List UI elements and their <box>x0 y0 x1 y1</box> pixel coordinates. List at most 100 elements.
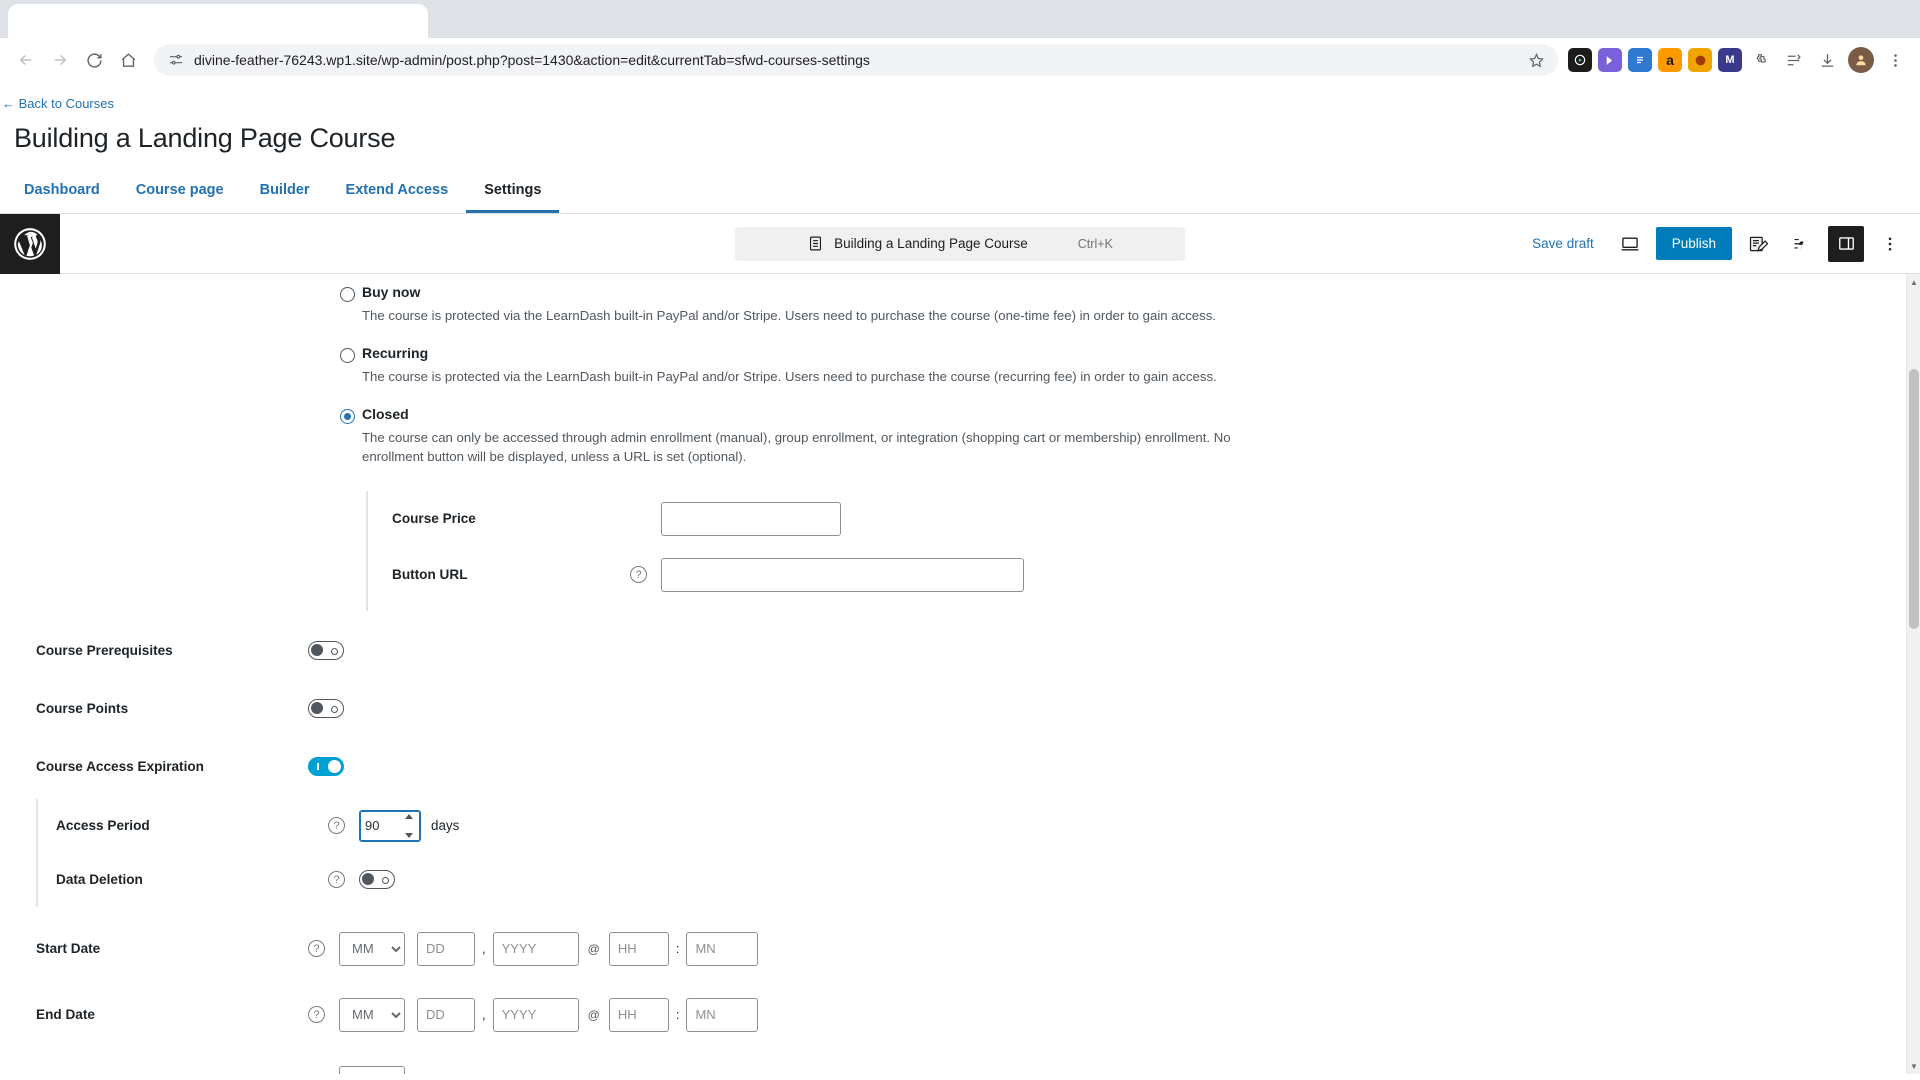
profile-avatar-icon[interactable] <box>1846 45 1876 75</box>
split-view-icon[interactable] <box>1778 45 1808 75</box>
course-price-row: Course Price <box>392 491 1920 547</box>
help-icon[interactable]: ? <box>328 817 345 835</box>
course-points-label: Course Points <box>36 701 129 717</box>
settings-sidebar-icon[interactable] <box>1828 225 1864 262</box>
data-deletion-toggle[interactable] <box>359 870 395 890</box>
help-icon[interactable]: ? <box>630 566 647 584</box>
end-date-minute-input[interactable] <box>686 997 759 1032</box>
page-title: Building a Landing Page Course <box>14 123 396 153</box>
scrollbar-thumb[interactable] <box>1909 369 1919 629</box>
kebab-menu-icon[interactable] <box>1880 45 1910 75</box>
desktop-preview-icon[interactable] <box>1612 226 1648 262</box>
puzzle-extension-icon[interactable] <box>1748 48 1772 72</box>
download-icon[interactable] <box>1812 45 1842 75</box>
browser-tab[interactable] <box>8 4 428 38</box>
data-deletion-row: Data Deletion ? <box>56 853 1920 907</box>
radio-buy-now[interactable] <box>340 287 355 302</box>
data-deletion-label: Data Deletion <box>56 872 143 888</box>
wordpress-logo-icon[interactable] <box>0 213 60 274</box>
toolbar-right-group <box>1778 45 1910 75</box>
end-date-hour-input[interactable] <box>608 997 669 1032</box>
course-points-row: Course Points <box>0 685 1920 733</box>
forward-arrow-icon[interactable] <box>44 44 76 76</box>
course-access-settings: Buy now The course is protected via the … <box>0 274 1920 1074</box>
address-bar-url: divine-feather-76243.wp1.site/wp-admin/p… <box>194 52 870 68</box>
radio-recurring[interactable] <box>340 348 355 364</box>
tab-settings[interactable]: Settings <box>466 172 560 213</box>
access-period-unit: days <box>431 818 460 834</box>
access-mode-option-buy-now[interactable]: Buy now The course is protected via the … <box>0 284 1920 325</box>
forms-extension-icon[interactable] <box>1628 48 1652 72</box>
stepper-up-icon[interactable] <box>405 813 413 819</box>
access-period-stepper[interactable] <box>359 809 421 842</box>
radio-desc-buy-now: The course is protected via the LearnDas… <box>362 308 1216 323</box>
start-date-fields: MM , @ : <box>339 931 759 966</box>
start-date-minute-input[interactable] <box>686 931 759 966</box>
avatar <box>1848 47 1874 73</box>
tab-course-page[interactable]: Course page <box>118 172 242 213</box>
access-period-label: Access Period <box>56 818 150 834</box>
start-date-month-select[interactable]: MM <box>339 931 405 966</box>
access-period-input[interactable] <box>360 810 400 841</box>
star-icon[interactable] <box>1522 46 1550 74</box>
back-to-courses-link[interactable]: ← Back to Courses <box>0 92 114 113</box>
button-url-row: Button URL ? <box>392 547 1920 603</box>
student-limit-input[interactable] <box>339 1065 405 1074</box>
publish-button[interactable]: Publish <box>1655 227 1732 260</box>
student-limit-row: Student Limit ? <box>0 1059 1920 1074</box>
end-date-comma: , <box>482 1007 486 1023</box>
end-date-month-select[interactable]: MM <box>339 997 405 1032</box>
access-mode-option-closed[interactable]: Closed The course can only be accessed t… <box>0 406 1920 466</box>
document-title: Building a Landing Page Course <box>834 236 1028 251</box>
course-price-input[interactable] <box>661 501 841 536</box>
document-icon <box>807 235 824 252</box>
course-access-expiration-toggle[interactable] <box>308 757 344 777</box>
mail-extension-icon[interactable]: M <box>1718 48 1742 72</box>
radio-closed[interactable] <box>340 409 355 425</box>
cursor-extension-icon[interactable] <box>1568 48 1592 72</box>
honey-extension-icon[interactable] <box>1688 48 1712 72</box>
start-date-hour-input[interactable] <box>608 931 669 966</box>
course-points-toggle[interactable] <box>308 699 344 719</box>
end-date-day-input[interactable] <box>417 997 475 1032</box>
end-date-row: End Date ? MM , @ : <box>0 991 1920 1039</box>
tab-builder[interactable]: Builder <box>242 172 328 213</box>
elementor-icon[interactable] <box>1784 226 1820 262</box>
site-settings-icon[interactable] <box>168 52 184 68</box>
button-url-input[interactable] <box>661 557 1024 592</box>
radio-label-closed: Closed <box>362 406 409 423</box>
browser-chrome: divine-feather-76243.wp1.site/wp-admin/p… <box>0 0 1920 82</box>
reload-icon[interactable] <box>78 44 110 76</box>
expiration-subfields: Access Period ? days Data Deletion ? <box>36 798 1920 907</box>
scroll-up-icon[interactable]: ▲ <box>1907 274 1920 290</box>
access-mode-option-recurring[interactable]: Recurring The course is protected via th… <box>0 345 1920 386</box>
end-date-year-input[interactable] <box>492 997 579 1032</box>
document-title-bar[interactable]: Building a Landing Page Course Ctrl+K <box>735 226 1185 261</box>
start-date-day-input[interactable] <box>417 931 475 966</box>
start-date-at: @ <box>587 941 600 956</box>
help-icon[interactable]: ? <box>328 871 345 889</box>
learndash-header: ← Back to Courses Building a Landing Pag… <box>0 82 1920 214</box>
save-draft-button[interactable]: Save draft <box>1522 230 1604 257</box>
tab-dashboard[interactable]: Dashboard <box>6 172 118 213</box>
help-icon[interactable]: ? <box>308 940 325 958</box>
start-date-year-input[interactable] <box>492 931 579 966</box>
page-scrollbar[interactable]: ▲ ▼ <box>1906 274 1920 1074</box>
tab-extend-access[interactable]: Extend Access <box>328 172 467 213</box>
course-prerequisites-toggle[interactable] <box>308 641 344 661</box>
stepper-arrows <box>400 811 418 841</box>
edit-pencil-icon[interactable] <box>1740 226 1776 262</box>
home-icon[interactable] <box>112 44 144 76</box>
kebab-menu-icon[interactable] <box>1872 226 1908 262</box>
course-prerequisites-label: Course Prerequisites <box>36 643 173 659</box>
back-arrow-icon[interactable] <box>10 44 42 76</box>
end-date-colon: : <box>675 1007 680 1023</box>
outlook-extension-icon[interactable] <box>1598 48 1622 72</box>
address-bar[interactable]: divine-feather-76243.wp1.site/wp-admin/p… <box>154 44 1558 76</box>
scroll-down-icon[interactable]: ▼ <box>1907 1058 1920 1074</box>
course-prerequisites-row: Course Prerequisites <box>0 627 1920 675</box>
stepper-down-icon[interactable] <box>405 832 413 838</box>
help-icon[interactable]: ? <box>308 1006 325 1024</box>
course-price-label: Course Price <box>392 511 476 527</box>
amazon-extension-icon[interactable]: a <box>1658 48 1682 72</box>
